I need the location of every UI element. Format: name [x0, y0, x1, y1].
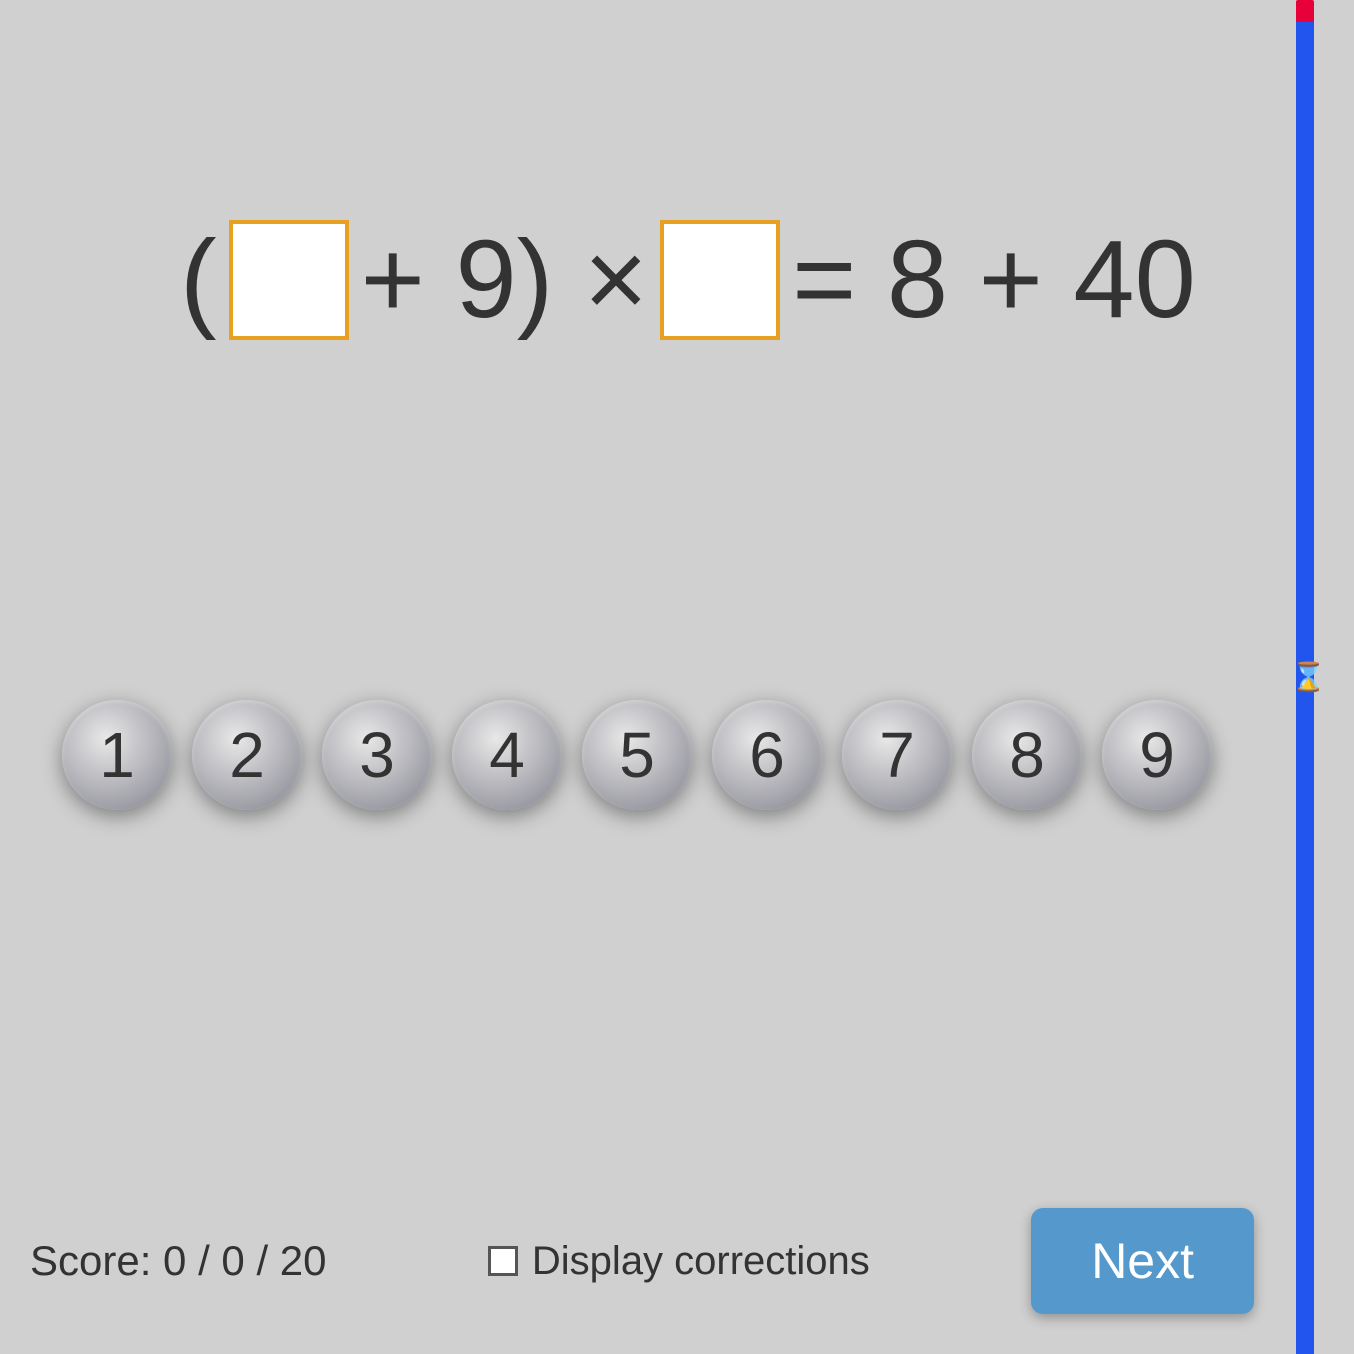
corrections-label: Display corrections	[532, 1239, 870, 1284]
num-btn-9[interactable]: 9	[1102, 700, 1212, 810]
num-btn-6[interactable]: 6	[712, 700, 822, 810]
corrections-container: Display corrections	[488, 1239, 870, 1284]
number-pad: 1 2 3 4 5 6 7 8 9	[0, 700, 1274, 810]
num-btn-3[interactable]: 3	[322, 700, 432, 810]
score-display: Score: 0 / 0 / 20	[30, 1237, 327, 1285]
answer-box-1[interactable]	[229, 220, 349, 340]
num-btn-5[interactable]: 5	[582, 700, 692, 810]
timer-bar-red	[1296, 0, 1314, 22]
timer-icon: ⌛	[1291, 661, 1326, 694]
answer-box-2[interactable]	[660, 220, 780, 340]
num-btn-4[interactable]: 4	[452, 700, 562, 810]
eq-part3: = 8 + 40	[792, 225, 1196, 335]
num-btn-2[interactable]: 2	[192, 700, 302, 810]
num-btn-7[interactable]: 7	[842, 700, 952, 810]
num-btn-1[interactable]: 1	[62, 700, 172, 810]
equation-display: ( + 9) × = 8 + 40	[180, 220, 1196, 340]
next-button[interactable]: Next	[1031, 1208, 1254, 1314]
eq-open-paren: (	[180, 225, 217, 335]
num-btn-8[interactable]: 8	[972, 700, 1082, 810]
equation-area: ( + 9) × = 8 + 40	[100, 220, 1254, 340]
bottom-bar: Score: 0 / 0 / 20 Display corrections Ne…	[30, 1208, 1254, 1314]
eq-part2: + 9) ×	[361, 225, 648, 335]
corrections-checkbox[interactable]	[488, 1246, 518, 1276]
